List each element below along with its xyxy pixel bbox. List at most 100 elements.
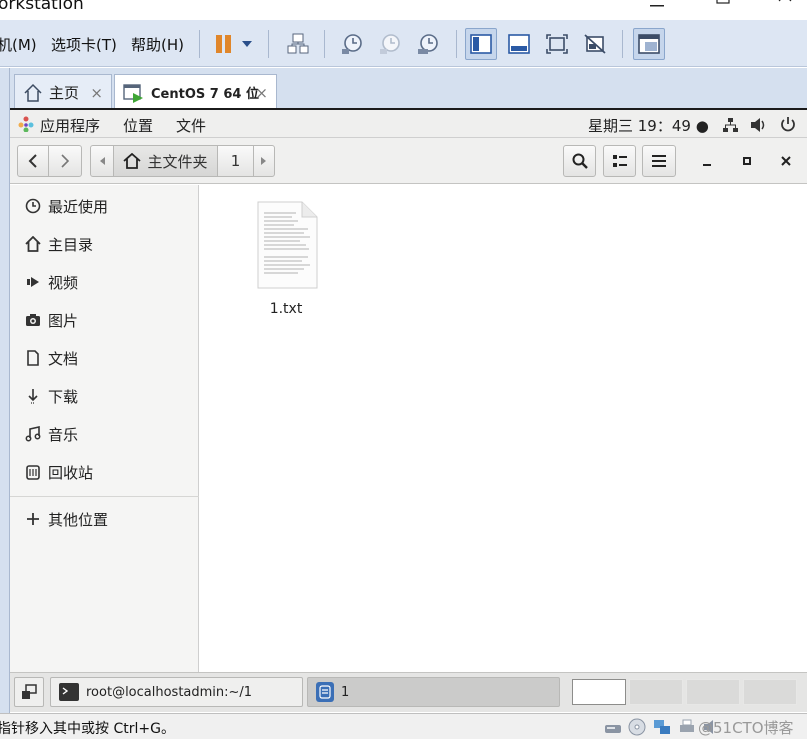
sidebar-item-label: 下载 xyxy=(48,387,79,406)
close-icon xyxy=(781,156,791,166)
taskbar-terminal[interactable]: root@localhostadmin:~/1 xyxy=(50,677,303,707)
document-icon xyxy=(27,350,39,366)
back-button[interactable] xyxy=(17,145,49,177)
close-window-button[interactable] xyxy=(776,152,796,170)
cd-dvd-icon[interactable] xyxy=(628,718,646,736)
sidebar-item-label: 音乐 xyxy=(48,425,79,444)
volume-icon[interactable] xyxy=(750,117,768,133)
sidebar-item-label: 其他位置 xyxy=(48,510,109,529)
workspace-1[interactable] xyxy=(572,679,626,705)
forward-button[interactable] xyxy=(48,145,82,177)
menu-vm[interactable]: 机(M) xyxy=(0,34,37,55)
home-icon xyxy=(123,153,142,169)
close-window-button[interactable] xyxy=(765,0,805,20)
terminal-icon xyxy=(59,683,79,701)
path-scroll-right[interactable] xyxy=(253,145,275,177)
caret-right-icon xyxy=(261,157,266,165)
send-ctrl-alt-del-button[interactable] xyxy=(282,28,314,60)
file-item[interactable]: 1.txt xyxy=(250,201,322,317)
view-console-button[interactable] xyxy=(465,28,497,60)
file-view[interactable]: 1.txt xyxy=(200,185,807,672)
power-icon[interactable] xyxy=(780,116,796,133)
status-message: 指针移入其中或按 Ctrl+G。 xyxy=(0,721,175,737)
back-arrow-icon xyxy=(28,154,37,168)
pause-dropdown[interactable] xyxy=(236,28,258,60)
sidebar-item-videos[interactable]: 视频 xyxy=(10,267,199,297)
dropdown-arrow-icon xyxy=(242,41,252,47)
show-desktop-icon xyxy=(22,684,37,699)
workspace-3[interactable] xyxy=(686,679,740,705)
clock[interactable]: 星期三 19：49 ● xyxy=(588,115,709,136)
view-thumbnail-icon xyxy=(508,34,530,54)
view-thumbnail-button[interactable] xyxy=(503,28,535,60)
revert-snapshot-button[interactable] xyxy=(374,28,406,60)
sidebar-separator xyxy=(10,496,199,497)
maximize-button[interactable] xyxy=(703,0,743,20)
clock-icon xyxy=(25,198,41,214)
pause-icon xyxy=(216,35,231,53)
unity-button[interactable] xyxy=(579,28,611,60)
sidebar-item-music[interactable]: 音乐 xyxy=(10,419,199,449)
plus-icon xyxy=(27,513,39,525)
network-wired-icon[interactable] xyxy=(722,117,738,133)
sidebar-item-trash[interactable]: 回收站 xyxy=(10,457,199,487)
hard-disk-icon[interactable] xyxy=(604,718,622,736)
path-current-button[interactable]: 1 xyxy=(217,145,254,177)
path-scroll-left[interactable] xyxy=(90,145,114,177)
hamburger-menu-icon xyxy=(652,155,666,167)
sidebar-item-documents[interactable]: 文档 xyxy=(10,343,199,373)
menu-tabs[interactable]: 选项卡(T) xyxy=(51,34,117,55)
show-desktop-button[interactable] xyxy=(14,677,44,707)
text-file-icon xyxy=(257,201,318,289)
maximize-window-button[interactable] xyxy=(737,152,757,170)
sidebar-item-recent[interactable]: 最近使用 xyxy=(10,191,199,221)
snapshot-revert-icon xyxy=(380,34,400,54)
snapshot-manager-icon xyxy=(418,34,438,54)
printer-icon[interactable] xyxy=(678,718,696,736)
tab-home[interactable]: 主页 × xyxy=(14,74,112,110)
taskbar-files[interactable]: 1 xyxy=(307,677,560,707)
sidebar-item-downloads[interactable]: 下载 xyxy=(10,381,199,411)
view-mode-button[interactable] xyxy=(603,145,636,177)
minimize-window-button[interactable] xyxy=(697,152,717,170)
places-sidebar: 最近使用 主目录 视频 图片 文档 下载 音乐 回收站 其他位置 xyxy=(10,185,199,672)
library-button[interactable] xyxy=(633,28,665,60)
workspace-4[interactable] xyxy=(743,679,797,705)
fullscreen-button[interactable] xyxy=(541,28,573,60)
download-icon xyxy=(28,389,38,404)
video-icon xyxy=(27,277,39,287)
vm-running-icon xyxy=(123,83,143,103)
minimize-button[interactable] xyxy=(637,0,677,20)
file-name: 1.txt xyxy=(269,301,303,317)
menu-help[interactable]: 帮助(H) xyxy=(131,34,184,55)
tab-centos[interactable]: CentOS 7 64 位 × xyxy=(114,74,277,110)
take-snapshot-button[interactable] xyxy=(336,28,368,60)
sidebar-item-pictures[interactable]: 图片 xyxy=(10,305,199,335)
applications-icon xyxy=(18,116,34,132)
sidebar-item-label: 图片 xyxy=(48,311,79,330)
music-icon xyxy=(25,426,41,442)
tab-home-close[interactable]: × xyxy=(90,84,103,102)
sidebar-item-other-locations[interactable]: 其他位置 xyxy=(10,504,199,534)
path-home-button[interactable]: 主文件夹 xyxy=(113,145,218,177)
watermark: @51CTO博客 xyxy=(698,719,794,737)
home-icon xyxy=(25,236,41,252)
sidebar-item-label: 回收站 xyxy=(48,463,94,482)
search-button[interactable] xyxy=(563,145,596,177)
vmware-status-bar: 指针移入其中或按 Ctrl+G。 @51CTO博客 xyxy=(0,713,807,739)
nautilus-header-bar: 主文件夹 1 xyxy=(10,138,807,184)
snapshot-manager-button[interactable] xyxy=(412,28,444,60)
tab-home-label: 主页 xyxy=(49,84,80,102)
sidebar-item-home[interactable]: 主目录 xyxy=(10,229,199,259)
network-adapter-icon[interactable] xyxy=(653,718,671,736)
menu-files[interactable]: 文件 xyxy=(176,115,206,136)
sidebar-item-label: 主目录 xyxy=(48,235,94,254)
vmware-title-bar: orkstation xyxy=(0,0,807,20)
unity-icon xyxy=(584,34,606,54)
menu-places[interactable]: 位置 xyxy=(123,115,153,136)
workspace-2[interactable] xyxy=(629,679,683,705)
menu-applications[interactable]: 应用程序 xyxy=(40,115,100,136)
forward-arrow-icon xyxy=(61,154,70,168)
menu-button[interactable] xyxy=(642,145,676,177)
tab-centos-close[interactable]: × xyxy=(255,84,268,102)
